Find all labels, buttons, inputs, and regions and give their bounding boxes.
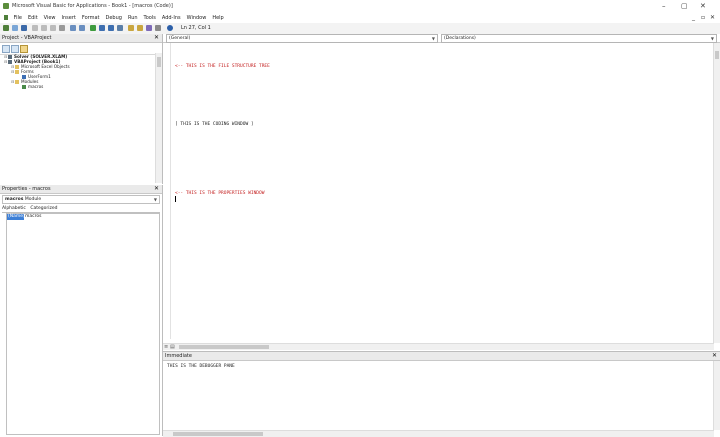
text-cursor bbox=[175, 196, 176, 202]
minimize-button[interactable]: – bbox=[662, 2, 666, 11]
menu-run[interactable]: Run bbox=[128, 13, 138, 23]
menu-debug[interactable]: Debug bbox=[106, 13, 122, 23]
run-icon[interactable] bbox=[90, 25, 96, 31]
full-module-view-icon[interactable]: ▤ bbox=[170, 344, 175, 350]
redo-icon[interactable] bbox=[79, 25, 85, 31]
procedure-combo[interactable]: (Declarations) ▼ bbox=[441, 34, 717, 43]
tree-item[interactable]: macros bbox=[4, 84, 70, 89]
project-pane-close-button[interactable]: ✕ bbox=[154, 34, 159, 42]
module-icon bbox=[22, 85, 26, 89]
project-scrollbar[interactable] bbox=[155, 53, 162, 183]
tree-item-label: macros bbox=[28, 84, 44, 89]
undo-icon[interactable] bbox=[70, 25, 76, 31]
project-pane-title: Project - VBAProject bbox=[2, 35, 52, 41]
code-horizontal-scrollbar[interactable]: ≡ ▤ bbox=[163, 343, 714, 350]
project-explorer-icon[interactable] bbox=[128, 25, 134, 31]
design-mode-icon[interactable] bbox=[117, 25, 123, 31]
tab-alphabetic[interactable]: Alphabetic bbox=[2, 206, 26, 211]
save-icon[interactable] bbox=[21, 25, 27, 31]
object-combo-value: (General) bbox=[169, 36, 191, 41]
menu-format[interactable]: Format bbox=[82, 13, 100, 23]
project-tree[interactable]: ⊟ Solver (SOLVER.XLAM) ⊟ VBAProject (Book1)… bbox=[4, 54, 70, 89]
code-margin bbox=[167, 43, 171, 339]
cursor-position: Ln 27, Col 1 bbox=[181, 25, 211, 31]
properties-window-icon[interactable] bbox=[137, 25, 143, 31]
property-row[interactable]: (Name) macros bbox=[7, 214, 159, 220]
reset-icon[interactable] bbox=[108, 25, 114, 31]
code-vertical-scrollbar[interactable] bbox=[713, 43, 720, 343]
immediate-window: Immediate ✕ THIS IS THE DEBUGGER PANE bbox=[163, 351, 720, 437]
object-combo[interactable]: (General) ▼ bbox=[166, 34, 438, 43]
find-icon[interactable] bbox=[59, 25, 65, 31]
menu-file[interactable]: File bbox=[14, 13, 22, 23]
excel-icon[interactable] bbox=[4, 15, 8, 20]
mdi-restore-button[interactable]: ▫ bbox=[701, 14, 705, 21]
break-icon[interactable] bbox=[99, 25, 105, 31]
toolbox-icon[interactable] bbox=[155, 25, 161, 31]
chevron-down-icon: ▼ bbox=[431, 36, 435, 41]
toggle-folders-icon[interactable] bbox=[20, 45, 28, 53]
help-icon[interactable] bbox=[167, 25, 173, 31]
code-window: (General) ▼ (Declarations) ▼ <-- THIS IS… bbox=[163, 34, 720, 350]
menu-help[interactable]: Help bbox=[212, 13, 223, 23]
immediate-text[interactable]: THIS IS THE DEBUGGER PANE bbox=[167, 364, 235, 369]
object-selector-type: Module bbox=[24, 197, 42, 202]
chevron-down-icon: ▼ bbox=[153, 197, 157, 202]
code-combos: (General) ▼ (Declarations) ▼ bbox=[163, 34, 720, 43]
mdi-close-button[interactable]: ✕ bbox=[710, 14, 715, 21]
menu-bar: File Edit View Insert Format Debug Run Tools Add… bbox=[0, 13, 720, 23]
properties-pane-header: Properties - macros ✕ bbox=[0, 185, 162, 194]
maximize-button[interactable]: ▢ bbox=[681, 2, 688, 11]
view-object-icon[interactable] bbox=[11, 45, 19, 53]
copy-icon[interactable] bbox=[41, 25, 47, 31]
window-title: Microsoft Visual Basic for Applications … bbox=[12, 3, 173, 9]
object-selector[interactable]: macros Module ▼ bbox=[2, 195, 160, 204]
properties-tabs: Alphabetic Categorized bbox=[2, 205, 160, 213]
view-excel-icon[interactable] bbox=[3, 25, 9, 31]
immediate-pane-title: Immediate bbox=[165, 353, 192, 359]
mdi-minimize-button[interactable]: _ bbox=[692, 14, 695, 21]
menu-edit[interactable]: Edit bbox=[28, 13, 38, 23]
project-explorer: Project - VBAProject ✕ ⊟ Solver (SOLVER.X… bbox=[0, 34, 163, 184]
vba-app-icon bbox=[3, 3, 9, 9]
object-browser-icon[interactable] bbox=[146, 25, 152, 31]
tab-categorized[interactable]: Categorized bbox=[30, 206, 57, 211]
code-line[interactable]: <-- THIS IS THE FILE STRUCTURE TREE bbox=[175, 64, 270, 69]
menu-row: File Edit View Insert Format Debug Run Tools Add… bbox=[4, 13, 230, 23]
code-line[interactable]: <-- THIS IS THE PROPERTIES WINDOW bbox=[175, 191, 264, 196]
property-value[interactable]: macros bbox=[25, 214, 41, 220]
menu-addins[interactable]: Add-Ins bbox=[162, 13, 181, 23]
chevron-down-icon: ▼ bbox=[710, 36, 714, 41]
title-bar: Microsoft Visual Basic for Applications … bbox=[0, 0, 720, 13]
menu-window[interactable]: Window bbox=[187, 13, 207, 23]
paste-icon[interactable] bbox=[50, 25, 56, 31]
procedure-view-icon[interactable]: ≡ bbox=[164, 344, 168, 350]
properties-pane-close-button[interactable]: ✕ bbox=[154, 185, 159, 193]
properties-pane-title: Properties - macros bbox=[2, 186, 51, 192]
object-selector-name: macros bbox=[5, 197, 24, 202]
procedure-combo-value: (Declarations) bbox=[444, 36, 476, 41]
menu-insert[interactable]: Insert bbox=[62, 13, 76, 23]
property-name: (Name) bbox=[7, 214, 25, 220]
code-line[interactable]: [ THIS IS THE CODING WINDOW ] bbox=[175, 122, 254, 127]
view-code-icon[interactable] bbox=[2, 45, 10, 53]
insert-userform-icon[interactable] bbox=[12, 25, 18, 31]
immediate-pane-header: Immediate ✕ bbox=[163, 352, 720, 361]
menu-view[interactable]: View bbox=[44, 13, 56, 23]
immediate-pane-close-button[interactable]: ✕ bbox=[712, 352, 717, 360]
immediate-vertical-scrollbar[interactable] bbox=[713, 361, 720, 430]
cut-icon[interactable] bbox=[32, 25, 38, 31]
menu-tools[interactable]: Tools bbox=[144, 13, 156, 23]
properties-window: Properties - macros ✕ macros Module ▼ Al… bbox=[0, 185, 163, 436]
project-pane-header: Project - VBAProject ✕ bbox=[0, 34, 162, 43]
close-button[interactable]: ✕ bbox=[700, 2, 706, 11]
property-grid: (Name) macros bbox=[6, 213, 160, 435]
